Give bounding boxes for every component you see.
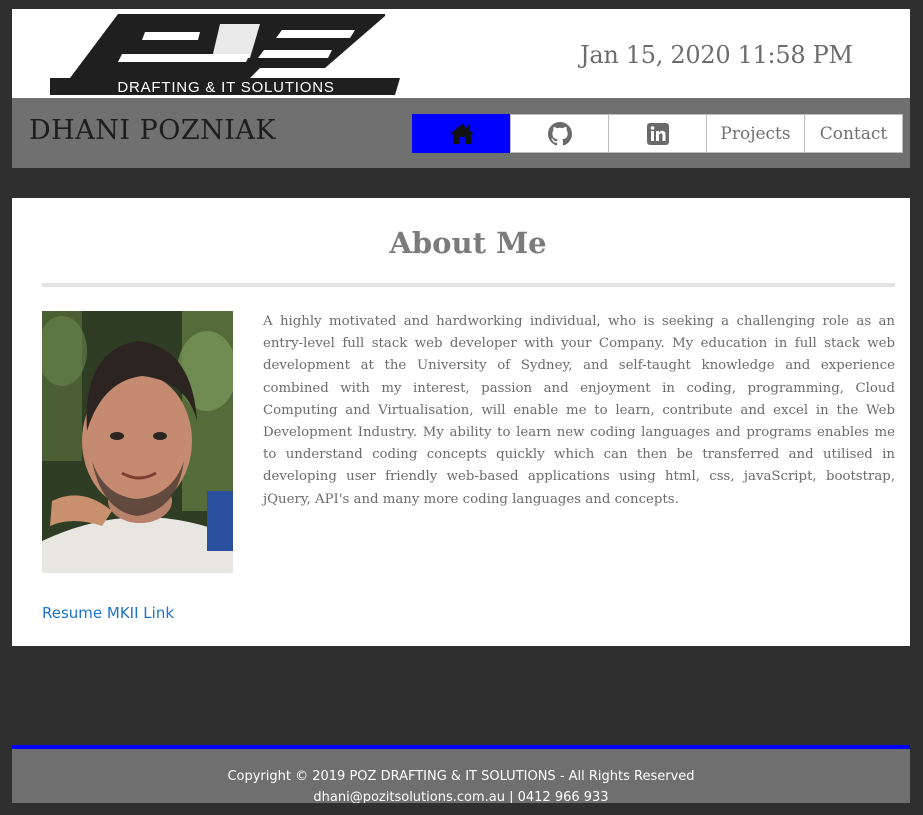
resume-link[interactable]: Resume MKII Link: [42, 604, 174, 622]
poz-logo: DRAFTING & IT SOLUTIONS: [50, 14, 400, 95]
github-icon: [547, 121, 572, 145]
nav-linkedin-button[interactable]: [608, 114, 707, 153]
nav-contact-button[interactable]: Contact: [804, 114, 903, 153]
current-datetime: Jan 15, 2020 11:58 PM: [580, 41, 853, 69]
about-section: About Me A highly motivated and hardwork…: [12, 198, 910, 646]
footer: Copyright © 2019 POZ DRAFTING & IT SOLUT…: [12, 749, 910, 805]
navbar: DHANI POZNIAK Projects Contact: [12, 98, 910, 168]
nav-menu: Projects Contact: [412, 114, 903, 153]
brand-name: DHANI POZNIAK: [29, 115, 277, 146]
divider: [42, 283, 895, 287]
nav-github-button[interactable]: [510, 114, 609, 153]
footer-copyright: Copyright © 2019 POZ DRAFTING & IT SOLUT…: [227, 769, 695, 784]
page-bottom: [12, 803, 910, 815]
nav-home-button[interactable]: [412, 114, 511, 153]
bio-text: A highly motivated and hardworking indiv…: [263, 314, 895, 507]
logo-text: DRAFTING & IT SOLUTIONS: [117, 79, 334, 95]
linkedin-icon: [646, 122, 669, 145]
nav-projects-button[interactable]: Projects: [706, 114, 805, 153]
header: DRAFTING & IT SOLUTIONS Jan 15, 2020 11:…: [12, 9, 910, 98]
profile-photo: [42, 311, 233, 573]
section-title: About Me: [389, 226, 547, 260]
home-icon: [449, 123, 474, 144]
